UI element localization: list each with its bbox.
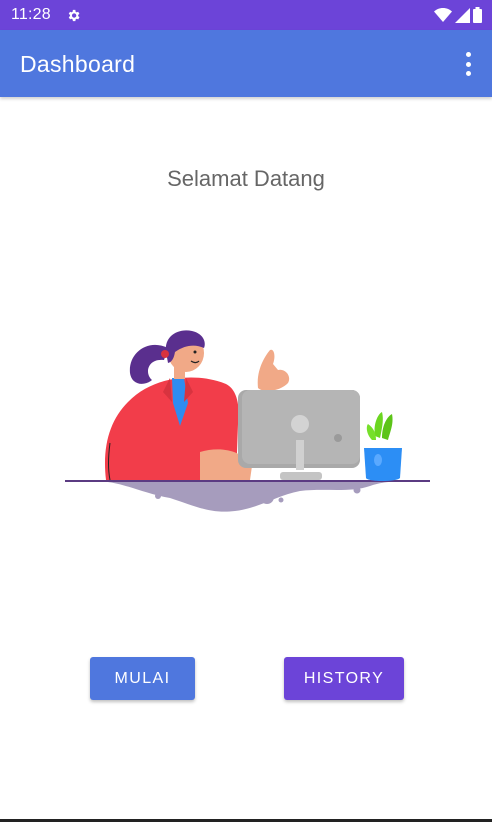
welcome-heading: Selamat Datang — [167, 166, 325, 191]
status-time: 11:28 — [11, 6, 51, 23]
battery-icon — [473, 7, 482, 23]
start-button[interactable]: MULAI — [90, 657, 195, 700]
app-bar: Dashboard — [0, 30, 492, 97]
woman-at-computer-illustration — [65, 330, 430, 512]
app-title: Dashboard — [20, 51, 136, 77]
status-bar: 11:28 — [0, 0, 492, 30]
signal-icon — [455, 7, 470, 23]
wifi-icon — [434, 8, 452, 22]
settings-icon — [68, 9, 80, 22]
more-vert-icon[interactable] — [458, 52, 478, 76]
history-button[interactable]: HISTORY — [284, 657, 404, 700]
